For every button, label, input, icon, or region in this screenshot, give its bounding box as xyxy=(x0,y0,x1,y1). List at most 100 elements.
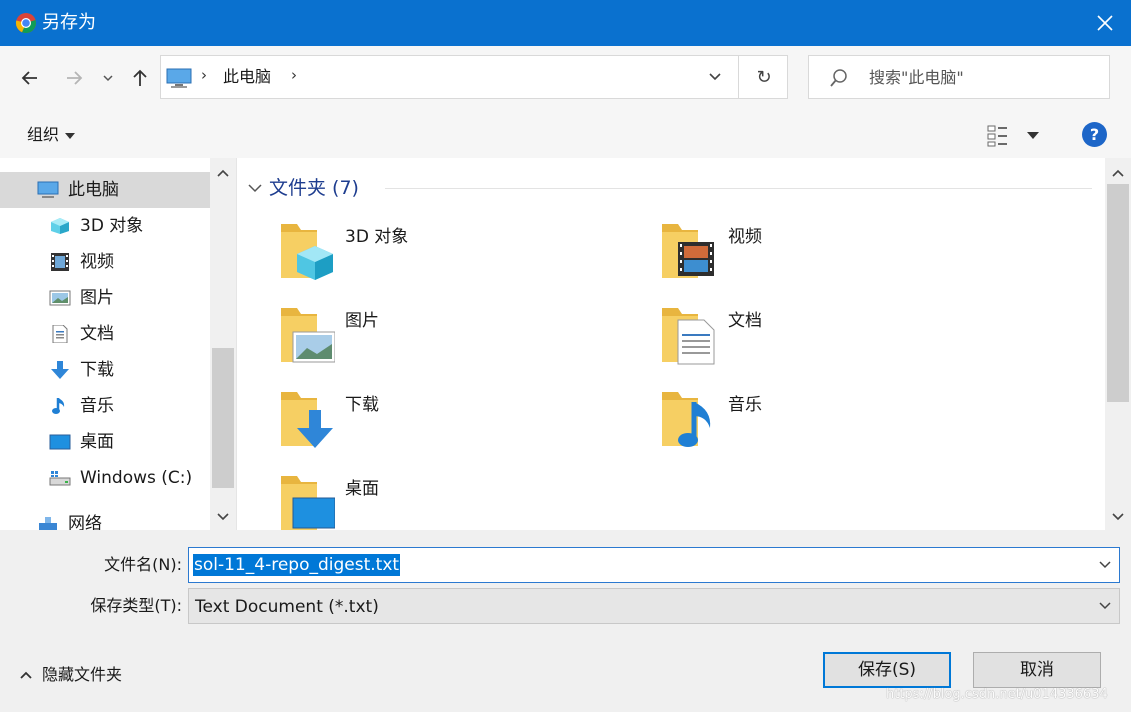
sidebar-item-label: 视频 xyxy=(80,252,114,272)
cancel-button[interactable]: 取消 xyxy=(973,652,1101,688)
desktop-icon xyxy=(49,434,71,450)
save-options-panel: 文件名(N): sol-11_4-repo_digest.txt 保存类型(T)… xyxy=(0,530,1131,712)
folders-group-header[interactable]: 文件夹 (7) xyxy=(247,176,359,200)
close-button[interactable] xyxy=(1083,4,1127,42)
navigation-scrollbar[interactable] xyxy=(210,158,236,530)
download-arrow-icon xyxy=(51,361,69,379)
breadcrumb-separator[interactable]: › xyxy=(291,66,297,84)
folder-tile-downloads[interactable]: 下载 xyxy=(277,388,597,458)
watermark-text: https://blog.csdn.net/u014336634 xyxy=(886,687,1108,702)
sidebar-item-3d-objects[interactable]: 3D 对象 xyxy=(0,208,210,244)
folder-label: 图片 xyxy=(345,311,379,331)
organize-menu-button[interactable]: 组织 xyxy=(27,124,76,146)
forward-button[interactable] xyxy=(60,64,88,92)
sidebar-item-downloads[interactable]: 下载 xyxy=(0,352,210,388)
sidebar-item-music[interactable]: 音乐 xyxy=(0,388,210,424)
view-options-button[interactable] xyxy=(986,122,1046,148)
close-icon xyxy=(1097,15,1113,31)
address-bar[interactable]: › 此电脑 › ↻ xyxy=(160,55,788,99)
navigation-pane: 此电脑 3D 对象 视频 图片 文档 下载 音乐 桌面 Windows (C:)… xyxy=(0,158,237,530)
computer-icon xyxy=(166,68,192,88)
scroll-down-button[interactable] xyxy=(1109,508,1127,526)
folder-tile-music[interactable]: 音乐 xyxy=(660,388,980,458)
search-placeholder: 搜索"此电脑" xyxy=(869,68,964,87)
desktop-icon xyxy=(281,476,335,530)
filename-dropdown-button[interactable] xyxy=(1095,556,1115,574)
sidebar-item-label: 下载 xyxy=(80,360,114,380)
sidebar-item-label: 网络 xyxy=(68,514,102,530)
folder-label: 文档 xyxy=(728,311,762,331)
folder-label: 桌面 xyxy=(345,479,379,499)
filetype-select[interactable]: Text Document (*.txt) xyxy=(188,588,1120,624)
group-label: 文件夹 (7) xyxy=(269,177,359,199)
folder-tile-3d-objects[interactable]: 3D 对象 xyxy=(277,220,597,290)
sidebar-item-documents[interactable]: 文档 xyxy=(0,316,210,352)
back-button[interactable] xyxy=(16,64,44,92)
command-bar: 组织 ? xyxy=(0,110,1131,158)
hide-folders-toggle[interactable]: 隐藏文件夹 xyxy=(20,664,122,686)
sidebar-item-label: 图片 xyxy=(80,288,114,308)
hide-folders-label: 隐藏文件夹 xyxy=(42,665,123,684)
cube-icon xyxy=(281,224,333,280)
sidebar-item-pictures[interactable]: 图片 xyxy=(0,280,210,316)
document-icon xyxy=(662,308,715,365)
filetype-dropdown-button[interactable] xyxy=(1095,597,1115,615)
sidebar-item-desktop[interactable]: 桌面 xyxy=(0,424,210,460)
folder-tile-pictures[interactable]: 图片 xyxy=(277,304,597,374)
refresh-icon: ↻ xyxy=(756,66,772,88)
search-icon xyxy=(830,69,847,87)
sidebar-item-videos[interactable]: 视频 xyxy=(0,244,210,280)
drive-icon xyxy=(49,471,71,486)
title-bar: 另存为 xyxy=(0,0,1131,46)
scroll-up-button[interactable] xyxy=(1109,164,1127,182)
sidebar-item-label: 文档 xyxy=(80,324,114,344)
details-view-icon xyxy=(987,125,1039,147)
refresh-button[interactable]: ↻ xyxy=(738,56,789,98)
filename-field[interactable]: sol-11_4-repo_digest.txt xyxy=(188,547,1120,583)
chevron-down-icon xyxy=(1099,602,1111,610)
recent-locations-button[interactable] xyxy=(96,64,120,92)
up-button[interactable] xyxy=(126,64,154,92)
filename-label: 文件名(N): xyxy=(104,555,182,574)
chevron-up-icon xyxy=(20,671,32,679)
search-input[interactable]: 搜索"此电脑" xyxy=(808,55,1110,99)
folder-tile-desktop[interactable]: 桌面 xyxy=(277,472,597,530)
file-list-scrollbar[interactable] xyxy=(1105,158,1131,530)
address-dropdown-button[interactable] xyxy=(701,67,729,87)
window-title: 另存为 xyxy=(42,12,96,33)
sidebar-item-network[interactable]: 网络 xyxy=(0,506,210,530)
file-list-pane: 文件夹 (7) 3D 对象 视频 图片 文档 下载 音乐 桌面 xyxy=(237,158,1105,530)
folder-label: 音乐 xyxy=(728,395,762,415)
sidebar-item-this-pc[interactable]: 此电脑 xyxy=(0,172,210,208)
sidebar-item-label: 音乐 xyxy=(80,396,114,416)
folder-label: 视频 xyxy=(728,227,762,247)
scrollbar-thumb[interactable] xyxy=(212,348,234,488)
chevron-up-icon xyxy=(1112,169,1124,177)
scroll-down-button[interactable] xyxy=(214,508,232,526)
music-note-icon xyxy=(662,392,711,447)
sidebar-item-label: 此电脑 xyxy=(68,180,119,200)
sidebar-item-label: Windows (C:) xyxy=(80,468,193,488)
film-icon xyxy=(51,253,69,271)
chevron-down-icon xyxy=(103,75,113,82)
sidebar-item-windows-c[interactable]: Windows (C:) xyxy=(0,460,210,496)
breadcrumb-separator: › xyxy=(201,66,207,84)
folder-label: 3D 对象 xyxy=(345,227,409,247)
breadcrumb-this-pc[interactable]: 此电脑 xyxy=(223,66,271,88)
picture-icon xyxy=(49,290,71,306)
scrollbar-thumb[interactable] xyxy=(1107,184,1129,402)
chevron-down-icon xyxy=(709,73,721,81)
scroll-up-button[interactable] xyxy=(214,164,232,182)
sidebar-item-label: 桌面 xyxy=(80,432,114,452)
caret-down-icon xyxy=(65,132,76,139)
help-button[interactable]: ? xyxy=(1082,122,1107,147)
save-button[interactable]: 保存(S) xyxy=(823,652,951,688)
network-icon xyxy=(39,517,57,530)
folder-tile-videos[interactable]: 视频 xyxy=(660,220,980,290)
folder-tile-documents[interactable]: 文档 xyxy=(660,304,980,374)
arrow-up-icon xyxy=(133,69,147,86)
sidebar-item-label: 3D 对象 xyxy=(80,216,144,236)
arrow-right-icon xyxy=(67,71,83,85)
film-icon xyxy=(662,224,714,278)
filename-value[interactable]: sol-11_4-repo_digest.txt xyxy=(193,554,401,576)
